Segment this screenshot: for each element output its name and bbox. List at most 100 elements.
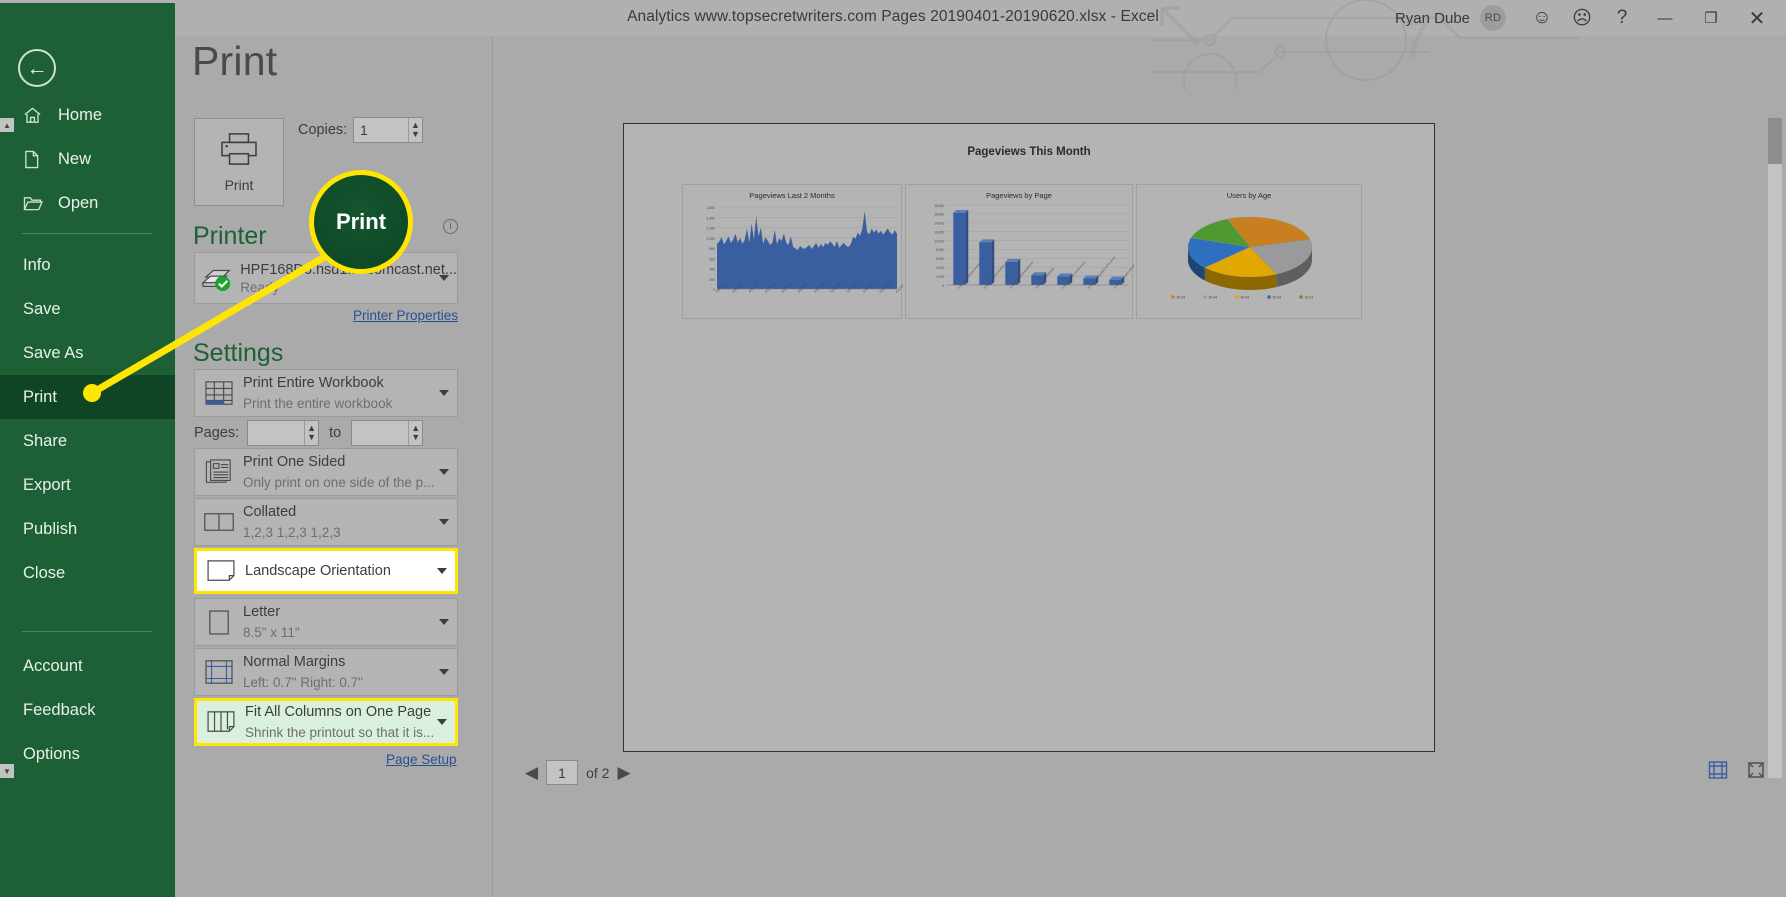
show-margins-icon[interactable] (1708, 760, 1730, 782)
pages-to-input[interactable] (352, 424, 409, 442)
setting-title: Letter (243, 603, 281, 620)
spin-down-icon[interactable]: ▼ (411, 130, 420, 139)
svg-text:12,000: 12,000 (934, 230, 944, 234)
setting-paper-size[interactable]: Letter 8.5" x 11" (194, 598, 458, 646)
chevron-down-icon[interactable] (439, 619, 449, 625)
sidebar-item-save-as[interactable]: Save As (0, 331, 175, 375)
page-setup-link[interactable]: Page Setup (386, 752, 457, 767)
chevron-down-icon[interactable] (439, 519, 449, 525)
title-bar-right-controls: Ryan Dube RD ☺ ☹ ? — ❐ ✕ (1395, 0, 1780, 36)
sidebar-item-home[interactable]: Home (0, 93, 175, 137)
fit-columns-icon (197, 710, 245, 734)
setting-print-sides[interactable]: Print One Sided Only print on one side o… (194, 448, 458, 496)
maximize-restore-button[interactable]: ❐ (1688, 0, 1734, 36)
help-icon[interactable]: ? (1602, 0, 1642, 36)
previous-page-icon[interactable]: ◀ (525, 763, 538, 783)
print-callout-label: Print (335, 209, 387, 234)
copies-input[interactable] (354, 121, 408, 139)
frown-feedback-icon[interactable]: ☹ (1562, 0, 1602, 36)
preview-scrollbar[interactable] (1768, 118, 1782, 778)
sidebar-item-new[interactable]: New (0, 137, 175, 181)
chart-pageviews-by-page: Pageviews by Page 18,000 16,000 14,000 12,0… (905, 184, 1146, 319)
chevron-down-icon[interactable] (437, 719, 447, 725)
spin-down-icon[interactable]: ▼ (411, 433, 420, 442)
chart-title: Pageviews by Page (986, 191, 1052, 200)
pages-from-spin-arrows[interactable]: ▲ ▼ (304, 421, 318, 445)
printer-status: Ready (240, 279, 280, 295)
sidebar-item-export[interactable]: Export (0, 463, 175, 507)
smile-feedback-icon[interactable]: ☺ (1522, 0, 1562, 36)
pages-from-stepper[interactable]: ▲ ▼ (247, 420, 320, 446)
scroll-up-arrow-icon[interactable]: ▲ (0, 118, 14, 132)
settings-heading: Settings (193, 339, 284, 367)
title-bar: 7 Analytics www.topsecretwriters.com Pag… (0, 0, 1786, 90)
current-page-input[interactable]: 1 (546, 760, 579, 785)
sidebar-item-label: Options (23, 744, 80, 763)
copies-stepper[interactable]: ▲ ▼ (353, 117, 423, 143)
sidebar-item-account[interactable]: Account (0, 644, 175, 688)
pages-range-row: Pages: ▲ ▼ to ▲ ▼ (194, 420, 424, 446)
pages-to-stepper[interactable]: ▲ ▼ (351, 420, 424, 446)
sidebar-item-print[interactable]: Print (0, 375, 175, 419)
setting-title: Normal Margins (243, 653, 346, 670)
setting-orientation[interactable]: Landscape Orientation (194, 548, 458, 594)
open-folder-icon (23, 195, 49, 212)
pages-from-input[interactable] (248, 424, 305, 442)
copies-spin-arrows[interactable]: ▲ ▼ (407, 118, 422, 142)
chart-title: Users by Age (1226, 191, 1272, 200)
setting-title: Collated (243, 503, 297, 520)
svg-text:55-64: 55-64 (1273, 296, 1282, 300)
minimize-button[interactable]: — (1642, 0, 1688, 36)
info-icon[interactable]: i (443, 219, 458, 234)
chevron-down-icon[interactable] (437, 568, 447, 574)
chevron-down-icon[interactable] (439, 275, 449, 281)
print-callout-button[interactable]: Print (309, 170, 413, 274)
scroll-down-arrow-icon[interactable]: ▼ (0, 764, 14, 778)
sidebar-item-label: Close (23, 563, 66, 582)
next-page-icon[interactable]: ▶ (617, 763, 630, 783)
setting-subtitle: Left: 0.7" Right: 0.7" (243, 674, 363, 690)
sidebar-item-share[interactable]: Share (0, 419, 175, 463)
back-arrow-icon[interactable]: ← (18, 49, 56, 87)
spin-down-icon[interactable]: ▼ (307, 433, 316, 442)
avatar[interactable]: RD (1480, 5, 1506, 31)
preview-charts: Pageviews Last 2 Months 1,600 1,400 1,200 1… (682, 184, 1362, 319)
setting-print-range[interactable]: Print Entire Workbook Print the entire w… (194, 369, 458, 417)
pane-divider (492, 36, 493, 897)
collated-pages-icon (195, 511, 243, 533)
setting-scaling[interactable]: Fit All Columns on One Page Shrink the p… (194, 698, 458, 746)
pages-to-label: to (329, 425, 342, 441)
svg-text:18-24: 18-24 (1305, 296, 1314, 300)
chevron-down-icon[interactable] (439, 669, 449, 675)
user-name[interactable]: Ryan Dube (1395, 10, 1470, 27)
close-button[interactable]: ✕ (1734, 0, 1780, 36)
svg-text:1,200: 1,200 (707, 227, 716, 231)
print-button[interactable]: Print (194, 118, 284, 206)
sidebar-item-label: Export (23, 475, 71, 494)
preview-zoom-controls (1708, 760, 1768, 782)
preview-scrollbar-thumb[interactable] (1768, 118, 1782, 164)
chevron-down-icon[interactable] (439, 390, 449, 396)
setting-subtitle: Print the entire workbook (243, 395, 393, 411)
preview-sheet-title: Pageviews This Month (967, 146, 1091, 158)
printer-properties-link[interactable]: Printer Properties (353, 308, 458, 323)
sidebar-item-open[interactable]: Open (0, 181, 175, 225)
svg-text:1,600: 1,600 (707, 206, 716, 210)
printer-heading: Printer (193, 222, 267, 250)
page-count-label: of 2 (586, 764, 610, 781)
pages-to-spin-arrows[interactable]: ▲ ▼ (408, 421, 422, 445)
chevron-down-icon[interactable] (439, 469, 449, 475)
sidebar-item-save[interactable]: Save (0, 287, 175, 331)
sidebar-item-info[interactable]: Info (0, 243, 175, 287)
setting-margins[interactable]: Normal Margins Left: 0.7" Right: 0.7" (194, 648, 458, 696)
chart-title: Pageviews Last 2 Months (749, 191, 835, 200)
sidebar-item-close[interactable]: Close (0, 551, 175, 595)
sidebar-item-label: Save (23, 299, 61, 318)
svg-text:1,000: 1,000 (707, 237, 716, 241)
zoom-to-page-icon[interactable] (1746, 760, 1768, 782)
sidebar-item-options[interactable]: Options (0, 732, 175, 776)
svg-text:4,000: 4,000 (936, 266, 944, 270)
sidebar-item-feedback[interactable]: Feedback (0, 688, 175, 732)
setting-collation[interactable]: Collated 1,2,3 1,2,3 1,2,3 (194, 498, 458, 546)
sidebar-item-publish[interactable]: Publish (0, 507, 175, 551)
